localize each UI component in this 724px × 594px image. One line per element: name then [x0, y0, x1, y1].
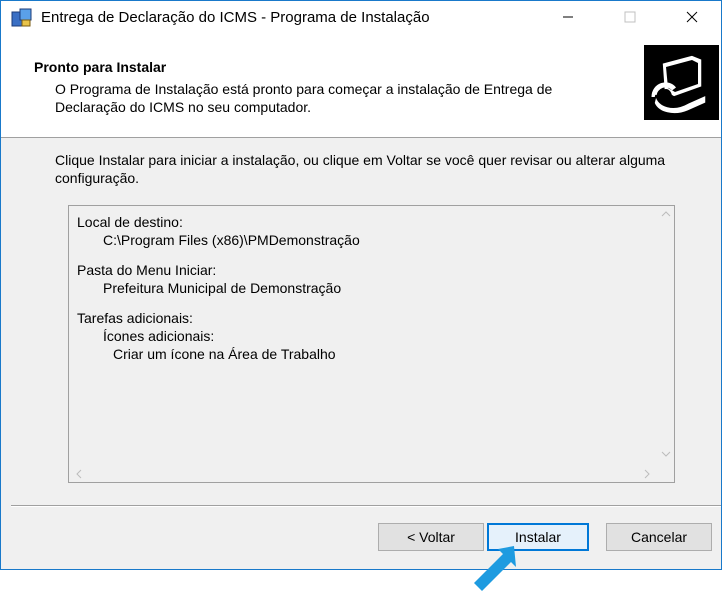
scroll-left-icon[interactable]: [75, 469, 83, 482]
page-description: O Programa de Instalação está pronto par…: [55, 81, 553, 115]
menu-value: Prefeitura Municipal de Demonstração: [103, 280, 342, 296]
summary-content: Local de destino: C:\Program Files (x86)…: [77, 213, 360, 363]
maximize-button[interactable]: [607, 1, 653, 33]
pointer-arrow-icon: [470, 546, 530, 591]
close-button[interactable]: [669, 1, 715, 33]
footer-separator: [11, 505, 721, 507]
installer-app-icon: [11, 8, 33, 28]
vertical-scrollbar[interactable]: [657, 206, 674, 465]
dest-value: C:\Program Files (x86)\PMDemonstração: [103, 232, 360, 248]
installer-window: Entrega de Declaração do ICMS - Programa…: [0, 0, 722, 570]
back-button[interactable]: < Voltar: [378, 523, 484, 551]
window-title: Entrega de Declaração do ICMS - Programa…: [41, 9, 430, 26]
horizontal-scrollbar[interactable]: [69, 465, 657, 482]
tasks-label: Tarefas adicionais:: [77, 310, 193, 326]
cancel-button[interactable]: Cancelar: [606, 523, 712, 551]
menu-label: Pasta do Menu Iniciar:: [77, 262, 217, 278]
scroll-down-icon[interactable]: [661, 450, 671, 461]
minimize-button[interactable]: [545, 1, 591, 33]
summary-memo[interactable]: Local de destino: C:\Program Files (x86)…: [68, 205, 675, 483]
installer-computer-icon: [644, 45, 719, 120]
instructions-text: Clique Instalar para iniciar a instalaçã…: [55, 152, 666, 186]
wizard-header: Pronto para Instalar O Programa de Insta…: [1, 33, 721, 138]
scroll-right-icon[interactable]: [643, 469, 651, 482]
page-title: Pronto para Instalar: [34, 59, 167, 75]
tasks-item: Criar um ícone na Área de Trabalho: [113, 346, 336, 362]
title-bar[interactable]: Entrega de Declaração do ICMS - Programa…: [1, 1, 721, 33]
tasks-sublabel: Ícones adicionais:: [103, 328, 215, 344]
scroll-up-icon[interactable]: [661, 210, 671, 221]
dest-label: Local de destino:: [77, 214, 183, 230]
